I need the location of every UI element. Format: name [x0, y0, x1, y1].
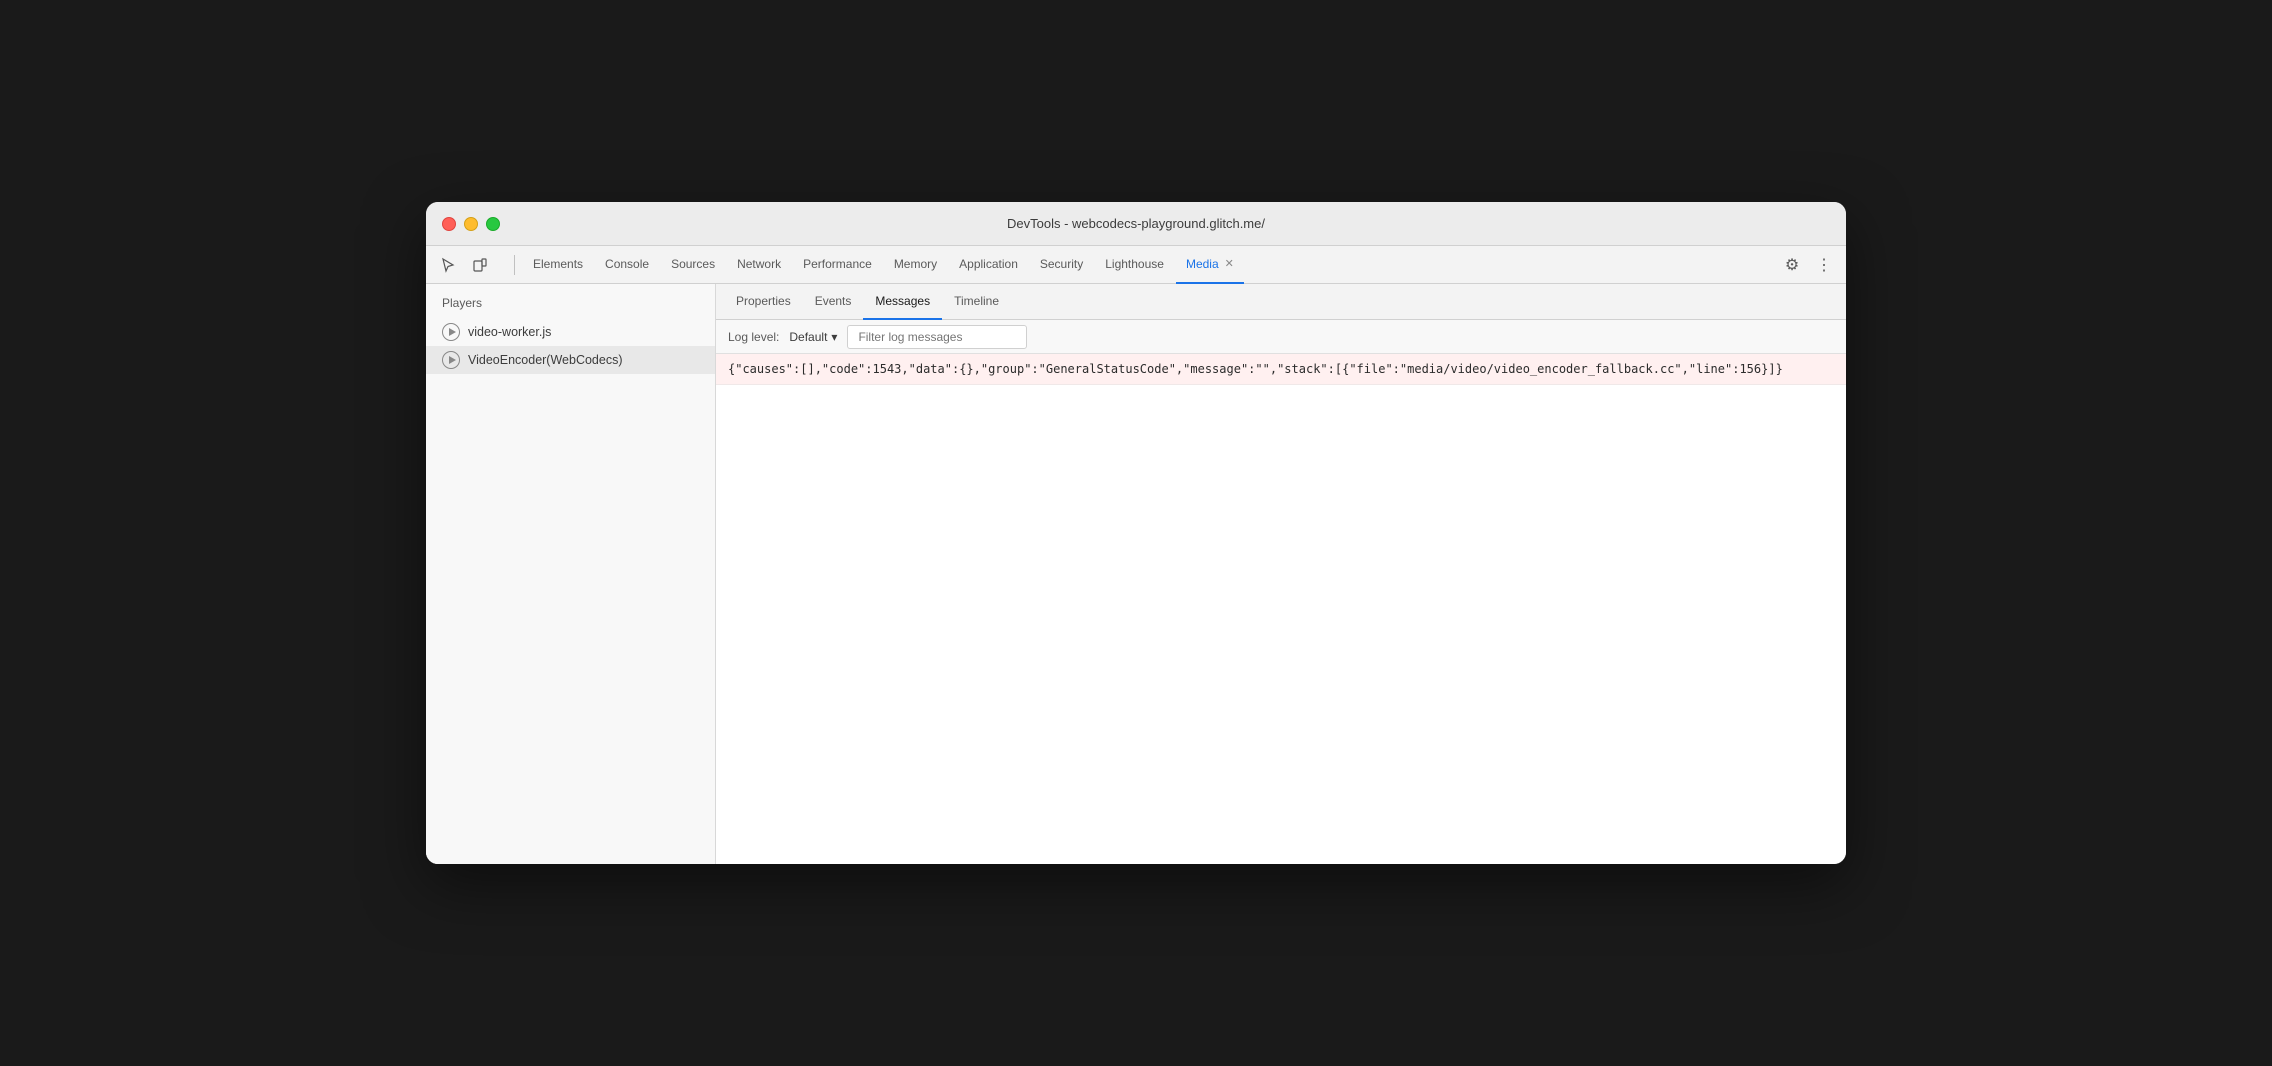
- close-media-tab-icon[interactable]: ✕: [1225, 257, 1234, 270]
- play-triangle-icon-2: [449, 356, 456, 364]
- settings-icon[interactable]: ⚙: [1778, 251, 1806, 279]
- sidebar-header: Players: [426, 292, 715, 318]
- more-options-icon[interactable]: ⋮: [1810, 251, 1838, 279]
- log-toolbar: Log level: Default ▾: [716, 320, 1846, 354]
- dropdown-arrow-icon: ▾: [831, 330, 837, 344]
- tab-elements[interactable]: Elements: [523, 246, 593, 284]
- tab-media[interactable]: Media ✕: [1176, 246, 1244, 284]
- sidebar: Players video-worker.js VideoEncoder(Web…: [426, 284, 716, 864]
- toolbar-divider: [514, 255, 515, 275]
- sidebar-item-video-encoder[interactable]: VideoEncoder(WebCodecs): [426, 346, 715, 374]
- tab-application[interactable]: Application: [949, 246, 1028, 284]
- toolbar-right: ⚙ ⋮: [1778, 251, 1838, 279]
- log-entry-text: {"causes":[],"code":1543,"data":{},"grou…: [728, 362, 1783, 376]
- log-content: {"causes":[],"code":1543,"data":{},"grou…: [716, 354, 1846, 864]
- toolbar-icons: [434, 251, 494, 279]
- tab-security[interactable]: Security: [1030, 246, 1093, 284]
- titlebar: DevTools - webcodecs-playground.glitch.m…: [426, 202, 1846, 246]
- sidebar-item-label-2: VideoEncoder(WebCodecs): [468, 353, 623, 367]
- cursor-icon[interactable]: [434, 251, 462, 279]
- maximize-button[interactable]: [486, 217, 500, 231]
- play-icon: [442, 323, 460, 341]
- window-title: DevTools - webcodecs-playground.glitch.m…: [1007, 216, 1265, 231]
- devtools-window: DevTools - webcodecs-playground.glitch.m…: [426, 202, 1846, 864]
- devtools-body: Elements Console Sources Network Perform…: [426, 246, 1846, 864]
- log-level-label: Log level:: [728, 330, 779, 344]
- tab-events[interactable]: Events: [803, 284, 864, 320]
- tab-lighthouse[interactable]: Lighthouse: [1095, 246, 1174, 284]
- sidebar-item-video-worker[interactable]: video-worker.js: [426, 318, 715, 346]
- log-entry: {"causes":[],"code":1543,"data":{},"grou…: [716, 354, 1846, 385]
- sidebar-item-label: video-worker.js: [468, 325, 551, 339]
- close-button[interactable]: [442, 217, 456, 231]
- minimize-button[interactable]: [464, 217, 478, 231]
- main-toolbar: Elements Console Sources Network Perform…: [426, 246, 1846, 284]
- tab-memory[interactable]: Memory: [884, 246, 947, 284]
- play-icon-2: [442, 351, 460, 369]
- tab-properties[interactable]: Properties: [724, 284, 803, 320]
- traffic-lights: [442, 217, 500, 231]
- tab-performance[interactable]: Performance: [793, 246, 882, 284]
- main-panel: Properties Events Messages Timeline Log …: [716, 284, 1846, 864]
- tab-console[interactable]: Console: [595, 246, 659, 284]
- log-level-select[interactable]: Default ▾: [789, 330, 837, 344]
- tab-sources[interactable]: Sources: [661, 246, 725, 284]
- tab-messages[interactable]: Messages: [863, 284, 942, 320]
- tab-timeline[interactable]: Timeline: [942, 284, 1011, 320]
- panel-tabs: Properties Events Messages Timeline: [716, 284, 1846, 320]
- content-area: Players video-worker.js VideoEncoder(Web…: [426, 284, 1846, 864]
- device-toolbar-icon[interactable]: [466, 251, 494, 279]
- play-triangle-icon: [449, 328, 456, 336]
- filter-log-input[interactable]: [847, 325, 1027, 349]
- tab-network[interactable]: Network: [727, 246, 791, 284]
